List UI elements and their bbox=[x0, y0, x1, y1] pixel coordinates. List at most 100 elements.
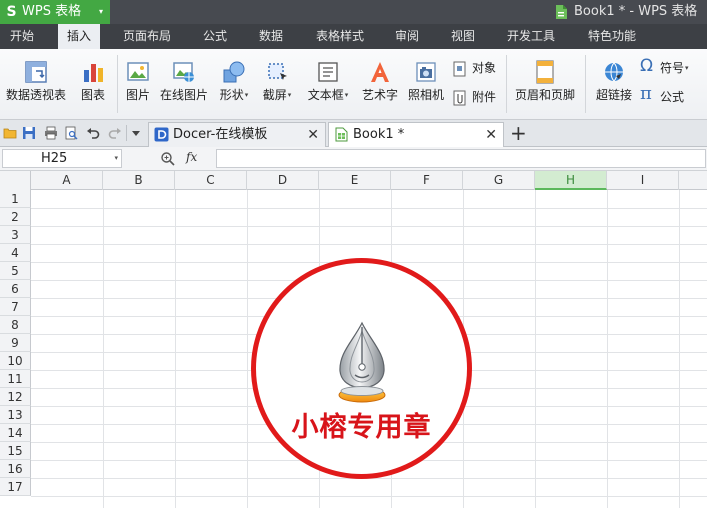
chart-label: 图表 bbox=[80, 88, 105, 102]
tab-review[interactable]: 审阅 bbox=[386, 24, 428, 49]
shapes-caret-icon: ▾ bbox=[244, 91, 249, 99]
picture-button[interactable]: 图片 bbox=[124, 60, 152, 102]
object-icon bbox=[453, 61, 466, 77]
column-header-f[interactable]: F bbox=[391, 171, 463, 190]
row-header[interactable]: 6 bbox=[0, 280, 31, 298]
wordart-icon bbox=[371, 62, 389, 82]
column-header-g[interactable]: G bbox=[463, 171, 535, 190]
column-header-e[interactable]: E bbox=[319, 171, 391, 190]
wordart-button[interactable]: 艺术字 bbox=[361, 60, 399, 102]
header-footer-label: 页眉和页脚 bbox=[514, 88, 575, 102]
tab-data[interactable]: 数据 bbox=[249, 24, 293, 49]
row-header[interactable]: 2 bbox=[0, 208, 31, 226]
online-picture-icon bbox=[173, 62, 194, 82]
pivot-table-icon bbox=[25, 61, 47, 83]
doc-tab-book1-label: Book1 * bbox=[353, 127, 405, 142]
omega-icon: Ω bbox=[640, 56, 653, 76]
camera-icon bbox=[416, 62, 436, 82]
column-header-b[interactable]: B bbox=[103, 171, 175, 190]
ribbon-insert: 数据透视表 图表 图片 在线图片 形状▾ 截屏▾ 文本框▾ 艺术字 照相机 对象… bbox=[0, 49, 707, 120]
hyperlink-label: 超链接 bbox=[595, 88, 632, 102]
column-headers: A B C D E F G H I bbox=[0, 171, 707, 190]
function-fx-icon[interactable]: fx bbox=[186, 150, 197, 164]
attachment-label: 附件 bbox=[472, 90, 497, 104]
shapes-button[interactable]: 形状▾ bbox=[216, 60, 252, 102]
column-header-h[interactable]: H bbox=[535, 171, 607, 190]
doc-tab-docer[interactable]: Docer-在线模板 ✕ bbox=[148, 122, 326, 147]
row-header[interactable]: 15 bbox=[0, 442, 31, 460]
column-header-d[interactable]: D bbox=[247, 171, 319, 190]
column-header-a[interactable]: A bbox=[31, 171, 103, 190]
menu-bar: 开始 插入 页面布局 公式 数据 表格样式 审阅 视图 开发工具 特色功能 bbox=[0, 24, 707, 49]
close-tab-icon[interactable]: ✕ bbox=[485, 124, 497, 146]
picture-icon bbox=[127, 62, 149, 81]
column-header-c[interactable]: C bbox=[175, 171, 247, 190]
screenshot-icon bbox=[268, 63, 287, 80]
row-header[interactable]: 5 bbox=[0, 262, 31, 280]
textbox-button[interactable]: 文本框▾ bbox=[304, 60, 352, 102]
symbol-button[interactable]: Ω 符号▾ bbox=[640, 56, 702, 77]
redo-icon[interactable] bbox=[108, 126, 122, 140]
select-all-corner[interactable] bbox=[0, 171, 31, 190]
shapes-icon bbox=[223, 61, 245, 83]
picture-label: 图片 bbox=[125, 88, 150, 102]
formula-bar: H25 ▾ fx bbox=[0, 147, 707, 171]
open-folder-icon[interactable] bbox=[3, 126, 17, 140]
attachment-icon bbox=[453, 90, 466, 106]
header-footer-button[interactable]: 页眉和页脚 bbox=[512, 60, 578, 102]
row-header[interactable]: 3 bbox=[0, 226, 31, 244]
row-header[interactable]: 11 bbox=[0, 370, 31, 388]
tab-insert[interactable]: 插入 bbox=[58, 24, 100, 49]
object-button[interactable]: 对象 bbox=[452, 59, 502, 77]
tab-view[interactable]: 视图 bbox=[441, 24, 485, 49]
symbol-caret-icon: ▾ bbox=[685, 64, 689, 72]
row-header[interactable]: 17 bbox=[0, 478, 31, 496]
shapes-label: 形状▾ bbox=[216, 88, 252, 102]
row-header[interactable]: 12 bbox=[0, 388, 31, 406]
name-box-caret-icon[interactable]: ▾ bbox=[114, 150, 118, 167]
seal-stamp[interactable]: 小榕专用章 bbox=[251, 258, 472, 479]
equation-button[interactable]: π 公式 bbox=[640, 83, 702, 106]
tab-table-style[interactable]: 表格样式 bbox=[306, 24, 374, 49]
tab-formulas[interactable]: 公式 bbox=[193, 24, 237, 49]
zoom-icon[interactable] bbox=[160, 151, 176, 167]
camera-button[interactable]: 照相机 bbox=[407, 60, 445, 102]
attachment-button[interactable]: 附件 bbox=[452, 88, 502, 106]
ribbon-separator bbox=[117, 55, 118, 113]
row-header[interactable]: 10 bbox=[0, 352, 31, 370]
pi-icon: π bbox=[640, 83, 652, 104]
formula-input[interactable] bbox=[216, 149, 706, 168]
pivot-table-button[interactable]: 数据透视表 bbox=[4, 60, 68, 102]
undo-icon[interactable] bbox=[86, 126, 100, 140]
print-icon[interactable] bbox=[44, 126, 58, 140]
tab-page-layout[interactable]: 页面布局 bbox=[112, 24, 182, 49]
screenshot-button[interactable]: 截屏▾ bbox=[259, 60, 295, 102]
quick-access-dropdown-icon[interactable] bbox=[131, 128, 141, 138]
app-menu-button[interactable]: S WPS 表格 ▾ bbox=[0, 0, 110, 24]
doc-tab-book1[interactable]: Book1 * ✕ bbox=[328, 122, 504, 148]
row-header[interactable]: 13 bbox=[0, 406, 31, 424]
row-header[interactable]: 7 bbox=[0, 298, 31, 316]
name-box[interactable]: H25 ▾ bbox=[2, 149, 122, 168]
row-header[interactable]: 14 bbox=[0, 424, 31, 442]
equation-label: 公式 bbox=[660, 90, 685, 104]
save-icon[interactable] bbox=[22, 126, 36, 140]
close-tab-icon[interactable]: ✕ bbox=[307, 124, 319, 146]
tab-developer[interactable]: 开发工具 bbox=[497, 24, 565, 49]
new-tab-icon[interactable]: + bbox=[510, 121, 527, 145]
online-picture-button[interactable]: 在线图片 bbox=[158, 60, 210, 102]
tab-special-features[interactable]: 特色功能 bbox=[578, 24, 646, 49]
column-header-i[interactable]: I bbox=[607, 171, 679, 190]
docer-icon bbox=[154, 127, 169, 142]
hyperlink-button[interactable]: 超链接 bbox=[594, 60, 634, 102]
row-header[interactable]: 16 bbox=[0, 460, 31, 478]
window-title: Book1 * - WPS 表格 bbox=[574, 4, 698, 19]
textbox-icon bbox=[318, 62, 338, 82]
chart-button[interactable]: 图表 bbox=[78, 60, 108, 102]
row-header[interactable]: 8 bbox=[0, 316, 31, 334]
print-preview-icon[interactable] bbox=[64, 126, 78, 140]
row-header[interactable]: 4 bbox=[0, 244, 31, 262]
tab-start[interactable]: 开始 bbox=[0, 24, 44, 49]
row-header[interactable]: 1 bbox=[0, 190, 31, 208]
row-header[interactable]: 9 bbox=[0, 334, 31, 352]
